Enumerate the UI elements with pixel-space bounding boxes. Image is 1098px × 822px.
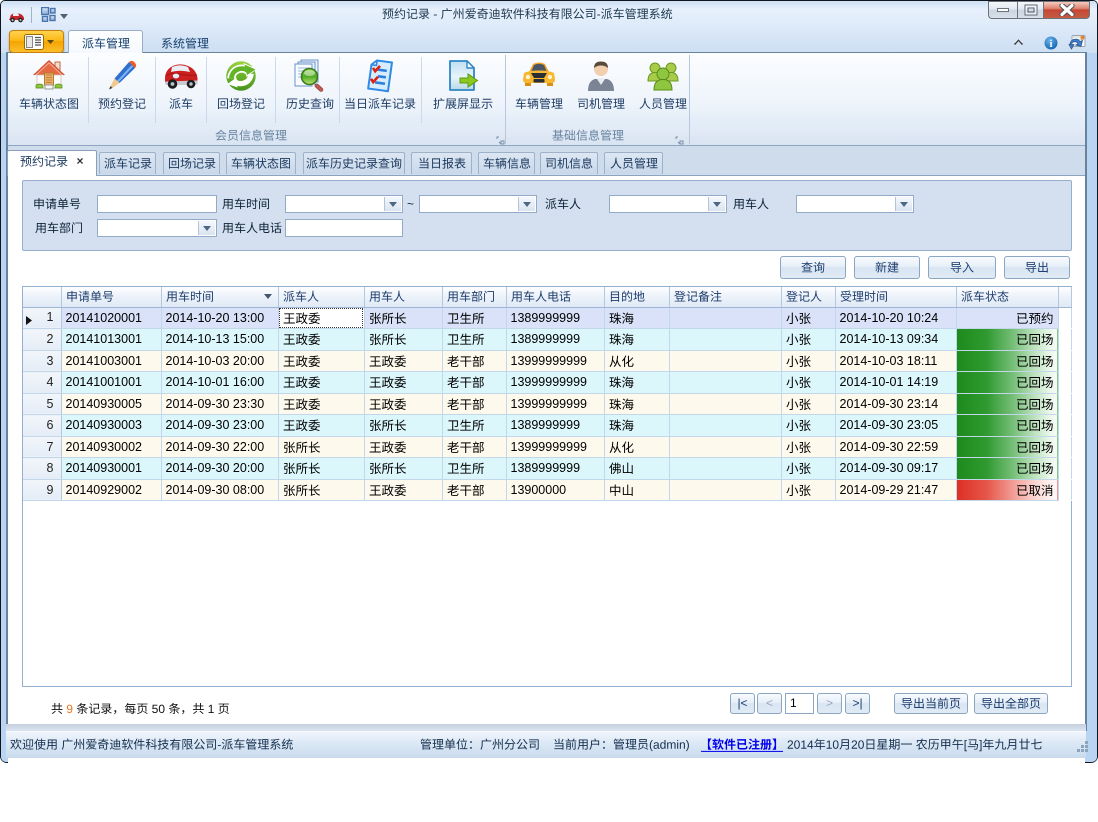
svg-text:i: i [1050, 39, 1053, 50]
